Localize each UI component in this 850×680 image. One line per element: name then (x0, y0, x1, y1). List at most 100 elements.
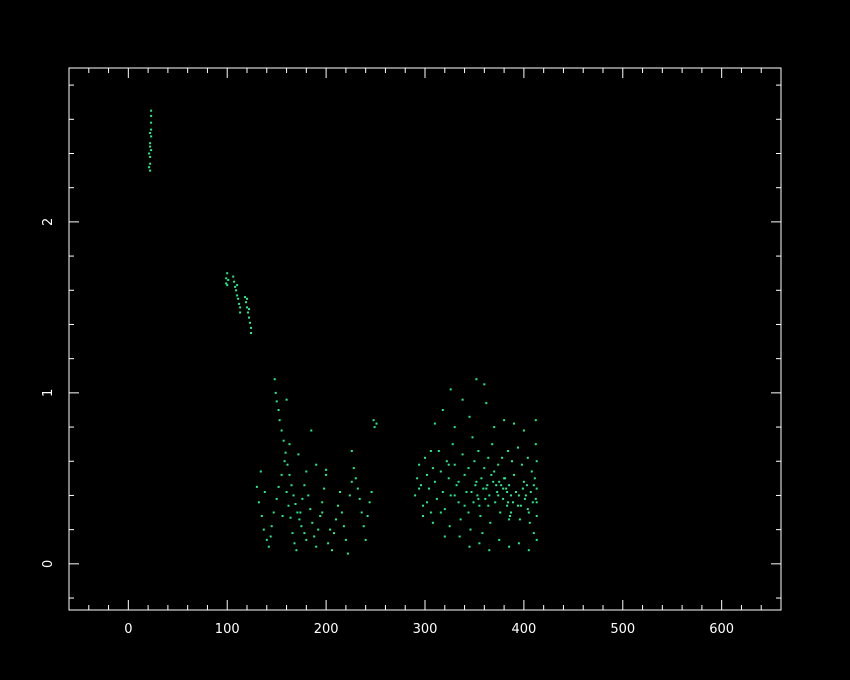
data-point (247, 311, 249, 314)
data-point (517, 446, 519, 449)
data-point (491, 443, 494, 446)
data-point (478, 542, 481, 545)
data-point (259, 470, 262, 473)
data-point (273, 378, 276, 381)
data-point (524, 494, 527, 497)
data-point (267, 545, 270, 548)
data-point (469, 528, 472, 531)
data-point (535, 515, 538, 517)
data-point (526, 508, 529, 511)
data-point (226, 284, 229, 287)
data-point (513, 473, 515, 476)
data-point (506, 504, 509, 507)
data-point (431, 467, 434, 470)
data-point (510, 494, 512, 497)
data-point (475, 378, 478, 381)
data-point (331, 549, 333, 552)
data-point (149, 169, 152, 172)
data-point (327, 542, 330, 545)
data-point (520, 463, 523, 466)
data-point (461, 398, 464, 401)
data-point (455, 484, 458, 487)
x-tick-label: 600 (709, 622, 734, 637)
data-point (370, 491, 373, 493)
data-point (277, 485, 280, 488)
data-point (474, 484, 477, 487)
data-point (321, 501, 324, 504)
data-point (535, 487, 538, 490)
data-point (447, 463, 450, 466)
x-tick-label: 100 (215, 622, 240, 637)
data-point (519, 504, 522, 507)
data-point (468, 415, 471, 418)
data-point (269, 535, 272, 538)
data-point (333, 532, 335, 535)
data-point (262, 528, 265, 531)
data-point (303, 484, 306, 487)
data-point (364, 538, 367, 541)
data-point (508, 518, 511, 521)
data-point (148, 152, 151, 155)
data-point (291, 532, 294, 535)
data-point (433, 480, 436, 483)
data-point (511, 460, 513, 463)
data-point (298, 518, 301, 521)
data-point (529, 491, 532, 493)
data-point (350, 480, 353, 483)
data-point (299, 511, 302, 514)
data-point (502, 497, 505, 500)
data-point (236, 284, 239, 287)
data-point (246, 297, 248, 300)
data-point (518, 518, 521, 521)
data-point (348, 494, 351, 497)
data-point (257, 501, 260, 504)
data-point (526, 456, 529, 459)
data-point (461, 453, 464, 456)
data-point (470, 491, 473, 493)
data-point (465, 491, 468, 493)
data-point (534, 443, 537, 446)
data-point (488, 494, 491, 497)
data-point (485, 402, 488, 405)
data-point (523, 497, 526, 500)
data-point (468, 545, 471, 548)
data-point (475, 480, 478, 483)
data-point (493, 470, 496, 473)
data-point (335, 518, 337, 521)
data-point (535, 538, 538, 541)
data-point (372, 419, 375, 422)
data-point (510, 511, 512, 514)
data-point (307, 494, 310, 497)
data-point (429, 511, 432, 514)
data-point (149, 155, 152, 158)
data-point (534, 497, 537, 500)
data-point (315, 463, 318, 466)
data-point (305, 470, 308, 473)
data-point (493, 426, 496, 429)
data-point (354, 477, 357, 480)
data-point (281, 515, 284, 517)
data-point (358, 497, 361, 500)
data-point (245, 301, 247, 304)
data-point (535, 460, 538, 463)
data-point (472, 501, 475, 504)
data-point (373, 426, 376, 429)
data-point (527, 511, 530, 514)
data-point (490, 473, 493, 476)
data-point (248, 308, 250, 311)
data-point (515, 491, 517, 493)
data-point (288, 473, 291, 476)
chart-background (0, 0, 850, 680)
data-point (418, 463, 421, 466)
data-point (293, 542, 296, 545)
data-point (311, 521, 314, 524)
data-point (422, 515, 424, 517)
data-point (283, 460, 286, 463)
data-point (422, 504, 424, 507)
data-point (275, 400, 278, 403)
data-point (414, 494, 417, 497)
data-point (512, 501, 514, 504)
data-point (509, 515, 511, 517)
data-point (362, 525, 365, 528)
scatter-chart: 0 100 200 300 400 500 600 0 1 2 (0, 0, 850, 680)
